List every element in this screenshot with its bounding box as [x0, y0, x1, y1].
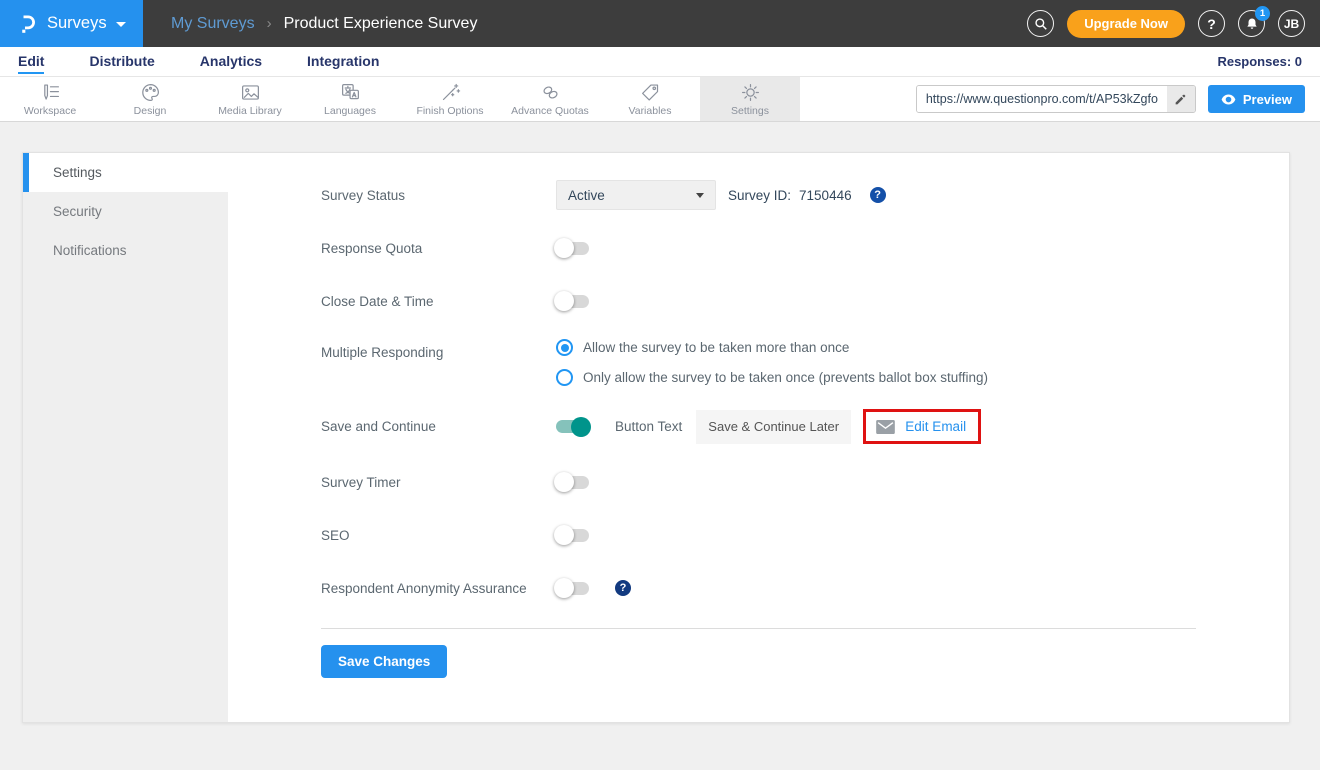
close-date-row: Close Date & Time	[321, 286, 1196, 316]
multiple-responding-row: Multiple Responding Allow the survey to …	[321, 339, 1196, 386]
pencil-icon	[1174, 93, 1187, 106]
search-icon	[1034, 17, 1048, 31]
toolbar-right: Preview	[916, 77, 1320, 121]
anonymity-toggle[interactable]	[556, 582, 589, 595]
product-name: Surveys	[47, 14, 107, 33]
response-quota-label: Response Quota	[321, 241, 556, 256]
top-header: Surveys My Surveys › Product Experience …	[0, 0, 1320, 47]
seo-row: SEO	[321, 520, 1196, 550]
survey-timer-row: Survey Timer	[321, 467, 1196, 497]
survey-status-select[interactable]: Active	[556, 180, 716, 210]
radio-option-once[interactable]: Only allow the survey to be taken once (…	[556, 369, 988, 386]
toolbar-item-design[interactable]: Design	[100, 77, 200, 121]
survey-id-value: 7150446	[799, 188, 852, 203]
survey-id-group: Survey ID: 7150446 ?	[728, 187, 886, 203]
section-divider	[321, 628, 1196, 629]
page-background: Settings Security Notifications Survey S…	[0, 122, 1320, 770]
image-icon	[240, 82, 261, 103]
survey-timer-label: Survey Timer	[321, 475, 556, 490]
magic-wand-icon	[440, 82, 461, 103]
notifications-button[interactable]: 1	[1238, 10, 1265, 37]
survey-status-label: Survey Status	[321, 188, 556, 203]
multiple-responding-label: Multiple Responding	[321, 339, 556, 360]
edit-url-button[interactable]	[1167, 86, 1195, 112]
search-button[interactable]	[1027, 10, 1054, 37]
sidebar-item-notifications[interactable]: Notifications	[23, 231, 228, 270]
survey-id-label: Survey ID:	[728, 188, 791, 203]
survey-nav: Edit Distribute Analytics Integration Re…	[0, 47, 1320, 77]
toolbar-item-settings[interactable]: Settings	[700, 77, 800, 121]
gear-icon	[740, 82, 761, 103]
toolbar-item-advance-quotas[interactable]: Advance Quotas	[500, 77, 600, 121]
translate-icon	[340, 82, 361, 103]
response-quota-toggle[interactable]	[556, 242, 589, 255]
survey-timer-toggle[interactable]	[556, 476, 589, 489]
button-text-input[interactable]	[696, 410, 851, 444]
tab-analytics[interactable]: Analytics	[200, 49, 262, 74]
avatar[interactable]: JB	[1278, 10, 1305, 37]
workspace-icon	[40, 82, 61, 103]
save-and-continue-row: Save and Continue Button Text Edit Email	[321, 409, 1196, 444]
radio-icon[interactable]	[556, 339, 573, 356]
settings-sidebar: Settings Security Notifications	[23, 153, 228, 722]
tag-icon	[640, 82, 661, 103]
help-button[interactable]: ?	[1198, 10, 1225, 37]
tab-integration[interactable]: Integration	[307, 49, 379, 74]
header-actions: Upgrade Now ? 1 JB	[1027, 0, 1320, 47]
question-mark-icon: ?	[1207, 16, 1216, 32]
toolbar-item-finish-options[interactable]: Finish Options	[400, 77, 500, 121]
settings-content: Survey Status Active Survey ID: 7150446 …	[228, 153, 1289, 722]
seo-label: SEO	[321, 528, 556, 543]
breadcrumb-survey-title: Product Experience Survey	[284, 15, 478, 33]
settings-card: Settings Security Notifications Survey S…	[22, 152, 1290, 723]
survey-url-input[interactable]	[917, 86, 1167, 112]
envelope-icon	[876, 420, 895, 434]
survey-status-value: Active	[568, 188, 605, 203]
seo-toggle[interactable]	[556, 529, 589, 542]
toolbar-item-media-library[interactable]: Media Library	[200, 77, 300, 121]
tab-distribute[interactable]: Distribute	[89, 49, 154, 74]
toolbar-item-languages[interactable]: Languages	[300, 77, 400, 121]
questionpro-logo-icon	[16, 13, 38, 35]
radio-icon[interactable]	[556, 369, 573, 386]
anonymity-row: Respondent Anonymity Assurance ?	[321, 573, 1196, 603]
product-switcher[interactable]: Surveys	[0, 0, 143, 47]
breadcrumb: My Surveys › Product Experience Survey	[171, 0, 477, 47]
chevron-down-icon	[696, 193, 704, 198]
notification-count-badge: 1	[1255, 6, 1270, 21]
eye-icon	[1221, 94, 1236, 105]
edit-toolbar: Workspace Design Media Library Languages…	[0, 77, 1320, 122]
survey-status-row: Survey Status Active Survey ID: 7150446 …	[321, 180, 1196, 210]
avatar-initials: JB	[1284, 17, 1299, 31]
response-quota-row: Response Quota	[321, 233, 1196, 263]
preview-button[interactable]: Preview	[1208, 85, 1305, 113]
anonymity-help-icon[interactable]: ?	[615, 580, 631, 596]
save-and-continue-label: Save and Continue	[321, 419, 556, 434]
breadcrumb-my-surveys[interactable]: My Surveys	[171, 15, 255, 33]
survey-id-help-icon[interactable]: ?	[870, 187, 886, 203]
close-date-label: Close Date & Time	[321, 294, 556, 309]
palette-icon	[140, 82, 161, 103]
edit-email-button[interactable]: Edit Email	[876, 419, 966, 434]
tab-edit[interactable]: Edit	[18, 49, 44, 74]
survey-url-box	[916, 85, 1196, 113]
breadcrumb-separator: ›	[267, 15, 272, 32]
chevron-down-icon	[116, 22, 126, 27]
toolbar-item-workspace[interactable]: Workspace	[0, 77, 100, 121]
annotation-highlight-box: Edit Email	[863, 409, 981, 444]
responses-count: Responses: 0	[1217, 54, 1302, 69]
chain-link-icon	[540, 82, 561, 103]
close-date-toggle[interactable]	[556, 295, 589, 308]
button-text-label: Button Text	[615, 419, 682, 434]
save-and-continue-toggle[interactable]	[556, 420, 589, 433]
multiple-responding-options: Allow the survey to be taken more than o…	[556, 339, 988, 386]
save-changes-button[interactable]: Save Changes	[321, 645, 447, 678]
upgrade-now-button[interactable]: Upgrade Now	[1067, 10, 1185, 38]
sidebar-item-security[interactable]: Security	[23, 192, 228, 231]
radio-option-multiple[interactable]: Allow the survey to be taken more than o…	[556, 339, 988, 356]
toolbar-item-variables[interactable]: Variables	[600, 77, 700, 121]
sidebar-item-settings[interactable]: Settings	[23, 153, 228, 192]
anonymity-label: Respondent Anonymity Assurance	[321, 581, 556, 596]
